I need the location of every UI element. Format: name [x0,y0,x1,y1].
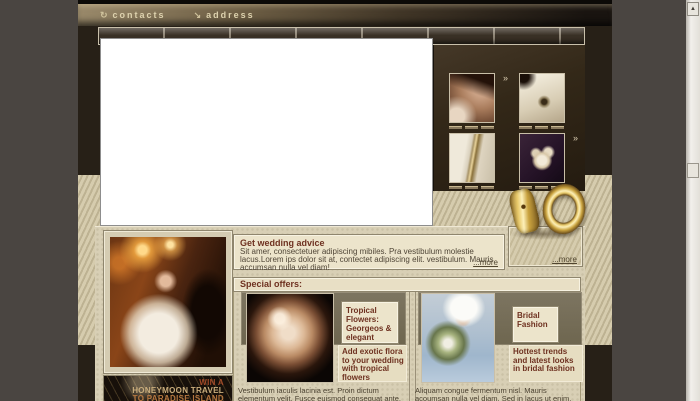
thumbnail-jewelry-model[interactable] [449,73,495,123]
wedding-ring-image [539,180,590,238]
honeymoon-promo-banner[interactable]: WIN A HONEYMOON TRAVEL TO PARADISE ISLAN… [103,375,233,401]
thumbnail-caption [449,126,494,129]
thumbnail-gown-gold-detail[interactable] [449,133,495,183]
tropical-rose-photo [246,293,334,383]
tropical-heading-panel: Add exotic flora to your wedding with tr… [338,345,407,382]
scroll-up-icon: ▲ [690,6,696,12]
top-navigation-bar: ↻ contacts ↘ address [78,4,612,26]
browser-scrollbar[interactable]: ▲ [686,0,700,401]
thumbnail-orchid-boutonniere[interactable] [519,133,565,183]
advice-more-link[interactable]: ...more [473,258,498,267]
address-link[interactable]: ↘ address [194,10,255,21]
contacts-link-label: contacts [113,10,166,20]
tropical-flowers-label[interactable]: Tropical Flowers: Georgeos & elegant [341,301,399,344]
wedding-advice-box: Get wedding advice Sit amer, consectetue… [233,234,505,270]
blank-content-area [100,38,433,226]
banner-line: TO PARADISE ISLAND [104,395,224,401]
bridal-paragraph: Aliquam congue fermentum nisl. Mauris ac… [415,387,581,401]
gallery-panel: » » [433,45,585,191]
thumbnail-bridal-gown-brooch[interactable] [519,73,565,123]
bridal-heading: Hottest trends and latest looks in brida… [513,348,581,374]
gallery-next-icon[interactable]: » [573,134,578,143]
special-offers-section: Tropical Flowers: Georgeos & elegant Add… [233,292,581,401]
tropical-heading: Add exotic flora to your wedding with tr… [342,348,405,382]
address-icon: ↘ [194,10,202,21]
thumbnail-caption [449,186,494,189]
bridal-fashion-label[interactable]: Bridal Fashion [512,306,559,343]
bride-photo [421,293,495,383]
rings-more-link[interactable]: ...more [552,255,577,264]
advice-body: Sit amer, consectetuer adipiscing mibile… [240,248,498,272]
website-page: ↻ contacts ↘ address » » [78,0,612,401]
bridal-heading-panel: Hottest trends and latest looks in brida… [509,345,583,382]
contacts-icon: ↻ [100,10,108,21]
browser-viewport: ↻ contacts ↘ address » » [0,0,700,401]
wedding-couple-photo [110,237,226,367]
special-offers-header: Special offers: [233,277,581,292]
address-link-label: address [206,10,255,20]
scroll-up-button[interactable]: ▲ [687,2,699,16]
contacts-link[interactable]: ↻ contacts [100,10,166,21]
tropical-paragraph: Vestibulum iaculis lacinia est. Proin di… [238,387,408,401]
gallery-next-icon[interactable]: » [503,74,508,83]
thumbnail-caption [519,126,564,129]
scrollbar-thumb[interactable] [687,163,699,178]
wedding-photo-frame [103,230,233,374]
special-offers-title: Special offers: [240,279,302,289]
offers-column-divider [409,292,416,401]
